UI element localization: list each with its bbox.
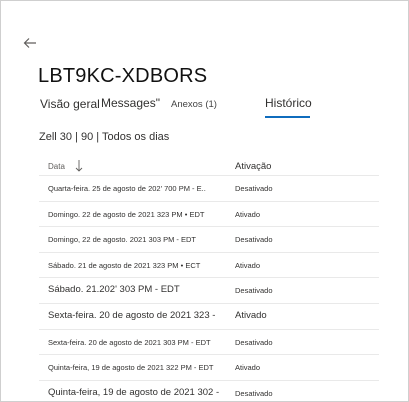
row-date: Quarta-feira. 25 de agosto de 202' 700 P… [48, 184, 206, 193]
tab-history[interactable]: Histórico [265, 96, 312, 110]
row-date: Domingo, 22 de agosto. 2021 303 PM - EDT [48, 235, 197, 245]
row-date: Quinta-feira, 19 de agosto de 2021 302 - [48, 386, 220, 398]
history-panel: LBT9KC-XDBORS Visão geral Messages" Anex… [0, 0, 409, 402]
row-date: Domingo. 22 de agosto de 2021 323 PM • E… [48, 209, 205, 219]
column-header-activation[interactable]: Ativação [235, 161, 271, 172]
device-title: LBT9KC-XDBORS [38, 65, 208, 87]
row-date: Sábado. 21.202' 303 PM - EDT [48, 284, 180, 296]
table-row[interactable]: Sábado. 21.202' 303 PM - EDT Desativado [39, 277, 379, 303]
table-row[interactable]: Quinta-feira, 19 de agosto de 2021 302 -… [39, 379, 379, 401]
sort-descending-icon[interactable] [75, 159, 83, 173]
row-status: Ativado [235, 260, 261, 270]
column-header-date[interactable]: Data [48, 162, 65, 171]
table-row[interactable]: Domingo. 22 de agosto de 2021 323 PM • E… [39, 200, 379, 227]
row-date: Sexta-feira. 20 de agosto de 2021 303 PM… [48, 337, 211, 347]
tab-overview[interactable]: Visão geral [40, 97, 100, 111]
row-status: Ativado [235, 363, 261, 373]
row-status: Desativado [235, 337, 273, 347]
table-row[interactable]: Quarta-feira. 25 de agosto de 202' 700 P… [39, 175, 379, 201]
history-table: Quarta-feira. 25 de agosto de 202' 700 P… [39, 175, 379, 401]
arrow-left-icon [23, 38, 36, 48]
row-date: Sexta-feira. 20 de agosto de 2021 323 - [48, 309, 216, 321]
table-row[interactable]: Quinta-feira, 19 de agosto de 2021 322 P… [39, 354, 379, 380]
row-status: Desativado [235, 184, 273, 193]
back-button[interactable] [21, 35, 39, 51]
active-tab-indicator [265, 116, 310, 118]
row-status: Desativado [235, 235, 273, 245]
time-range-filter[interactable]: Zell 30 | 90 | Todos os dias [39, 131, 169, 143]
row-status: Ativado [235, 309, 267, 321]
table-row[interactable]: Domingo, 22 de agosto. 2021 303 PM - EDT… [39, 226, 379, 252]
tab-messages[interactable]: Messages" [101, 96, 160, 110]
row-status: Desativado [235, 286, 273, 296]
row-date: Quinta-feira, 19 de agosto de 2021 322 P… [48, 363, 214, 373]
tab-attachments[interactable]: Anexos (1) [171, 99, 217, 110]
row-status: Desativado [235, 388, 273, 398]
row-date: Sábado. 21 de agosto de 2021 323 PM • EC… [48, 260, 201, 270]
table-row[interactable]: Sexta-feira. 20 de agosto de 2021 323 - … [39, 302, 379, 329]
table-row[interactable]: Sexta-feira. 20 de agosto de 2021 303 PM… [39, 328, 379, 355]
row-status: Ativado [235, 209, 261, 219]
table-row[interactable]: Sábado. 21 de agosto de 2021 323 PM • EC… [39, 251, 379, 278]
